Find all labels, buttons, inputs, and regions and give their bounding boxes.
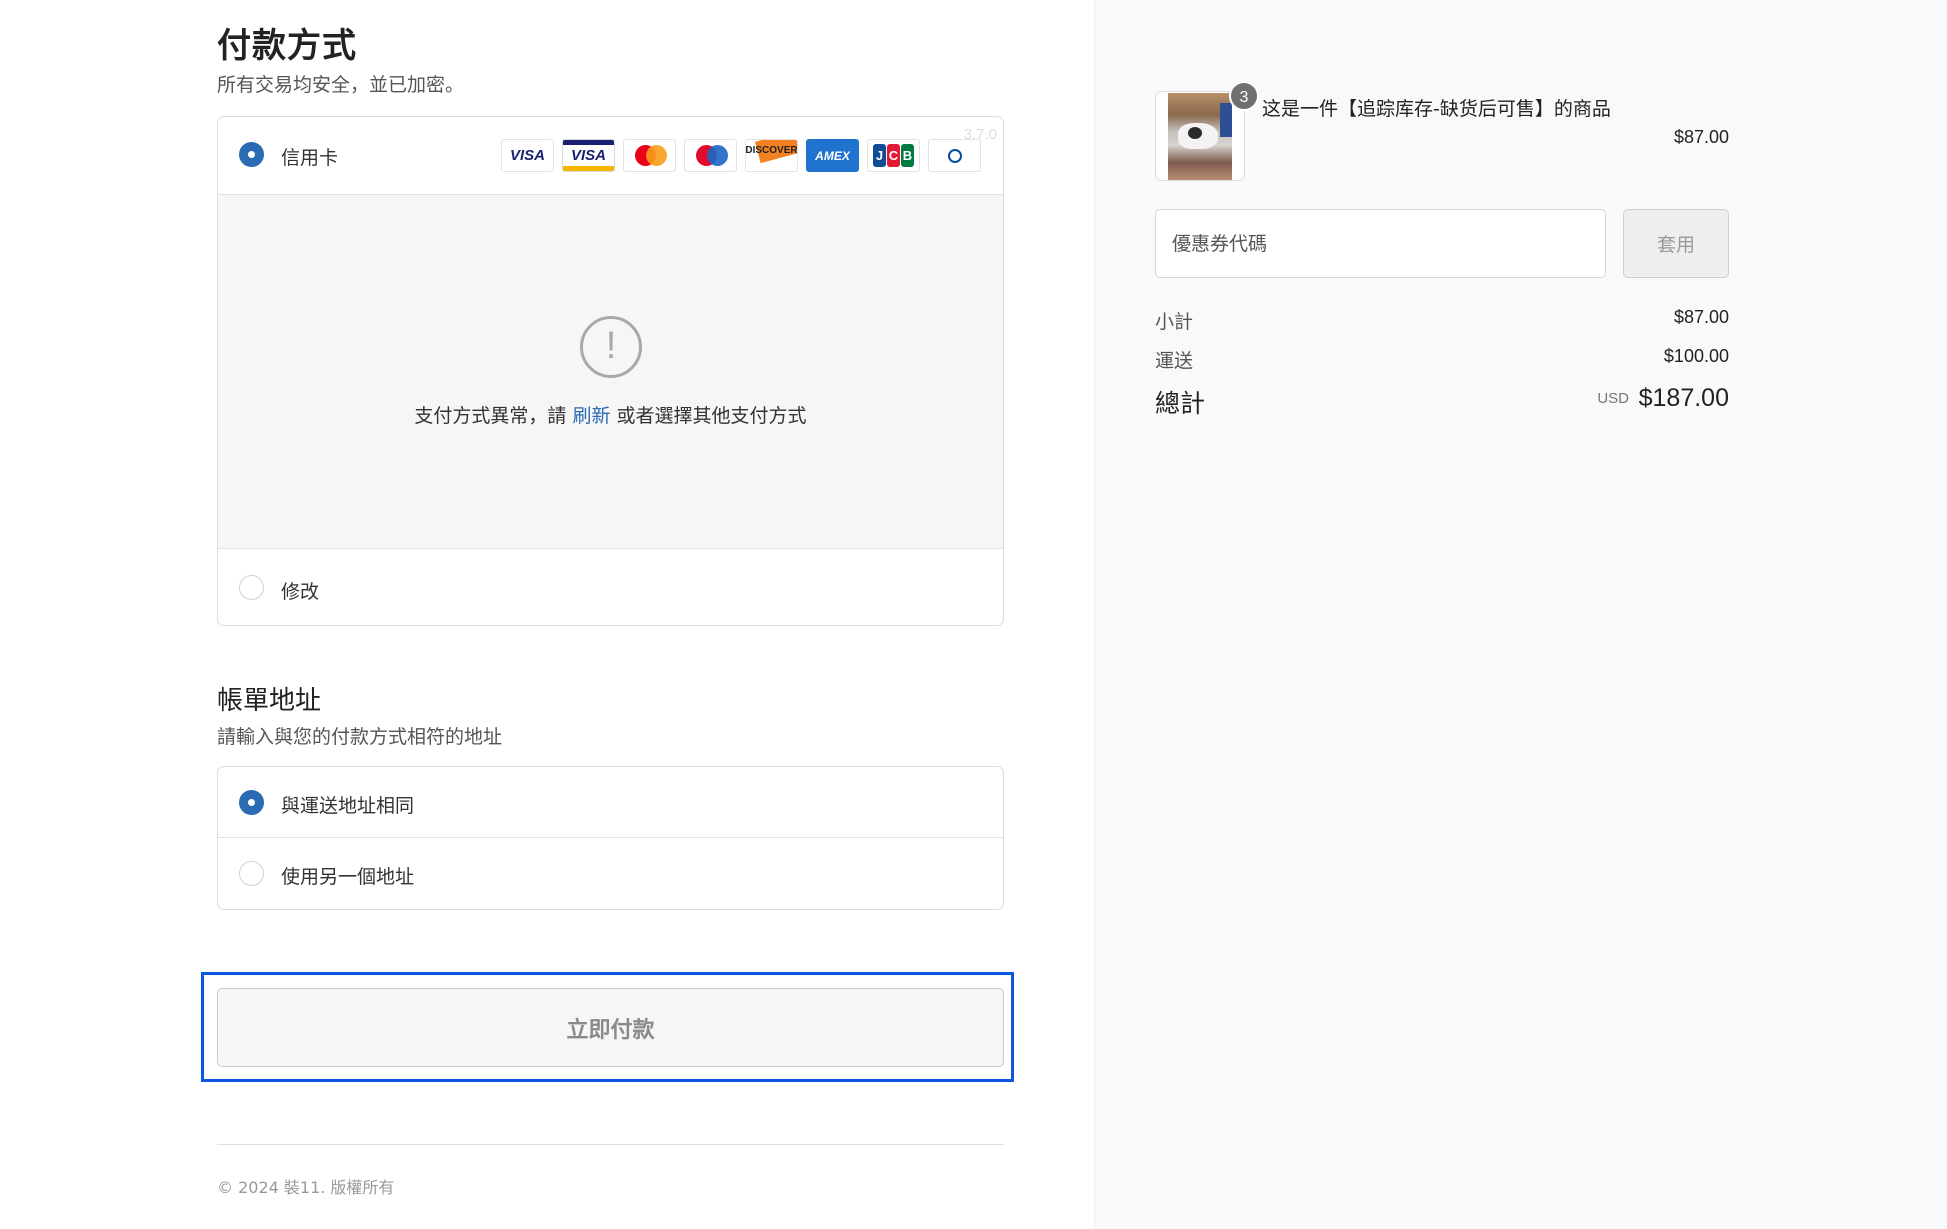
subtotal-label: 小計 bbox=[1155, 311, 1194, 333]
subtotal-row: 小計 $87.00 bbox=[1155, 307, 1729, 335]
different-address-label: 使用另一個地址 bbox=[281, 866, 415, 888]
apply-coupon-button[interactable]: 套用 bbox=[1623, 209, 1729, 278]
amex-card-icon: AMEX bbox=[806, 139, 859, 172]
payment-option-credit-card[interactable]: 信用卡 3.7.0 VISA VISA DISCOVER AMEX JCB bbox=[218, 117, 1003, 195]
product-thumbnail: 3 bbox=[1155, 81, 1259, 181]
billing-title: 帳單地址 bbox=[217, 686, 322, 716]
coupon-input[interactable] bbox=[1155, 209, 1606, 278]
subtotal-value: $87.00 bbox=[1673, 307, 1729, 327]
mastercard-icon bbox=[623, 139, 676, 172]
product-price: $87.00 bbox=[1673, 127, 1729, 147]
modify-radio[interactable] bbox=[239, 575, 264, 600]
total-value: $187.00 bbox=[1638, 384, 1729, 412]
payment-error-message: 支付方式異常，請 刷新 或者選擇其他支付方式 bbox=[218, 401, 1003, 428]
exclamation-icon: ! bbox=[580, 316, 642, 378]
credit-card-radio[interactable] bbox=[239, 142, 264, 167]
payment-subtitle: 所有交易均安全，並已加密。 bbox=[217, 74, 465, 96]
different-address-radio[interactable] bbox=[239, 861, 264, 886]
billing-subtitle: 請輸入與您的付款方式相符的地址 bbox=[217, 726, 503, 748]
refresh-link[interactable]: 刷新 bbox=[572, 405, 610, 427]
page-title: 付款方式 bbox=[217, 26, 357, 66]
shipping-value: $100.00 bbox=[1663, 346, 1729, 366]
footer-divider bbox=[217, 1144, 1004, 1145]
quantity-badge: 3 bbox=[1229, 81, 1259, 111]
error-prefix: 支付方式異常，請 bbox=[414, 405, 567, 427]
product-name: 这是一件【追踪库存-缺货后可售】的商品 bbox=[1262, 98, 1611, 120]
error-suffix: 或者選擇其他支付方式 bbox=[616, 405, 807, 427]
maestro-card-icon bbox=[684, 139, 737, 172]
pay-now-button[interactable]: 立即付款 bbox=[217, 988, 1004, 1067]
billing-address-box: 與運送地址相同 使用另一個地址 bbox=[217, 766, 1004, 910]
total-label: 總計 bbox=[1155, 389, 1206, 418]
checkout-main: 付款方式 所有交易均安全，並已加密。 信用卡 3.7.0 VISA VISA D… bbox=[0, 0, 1094, 1229]
shipping-row: 運送 $100.00 bbox=[1155, 346, 1729, 374]
product-image bbox=[1168, 93, 1232, 180]
diners-club-card-icon bbox=[928, 139, 981, 172]
discover-card-icon: DISCOVER bbox=[745, 139, 798, 172]
order-summary-panel bbox=[1094, 0, 1947, 1229]
card-brands: VISA VISA DISCOVER AMEX JCB bbox=[501, 139, 981, 172]
same-address-label: 與運送地址相同 bbox=[281, 795, 415, 817]
same-address-radio[interactable] bbox=[239, 790, 264, 815]
shipping-label: 運送 bbox=[1155, 350, 1194, 372]
total-row: 總計 USD $187.00 bbox=[1155, 384, 1729, 420]
payment-error-panel: ! 支付方式異常，請 刷新 或者選擇其他支付方式 bbox=[218, 195, 1003, 549]
footer-copyright: © 2024 裝11. 版權所有 bbox=[217, 1178, 395, 1197]
billing-option-different[interactable]: 使用另一個地址 bbox=[218, 838, 1003, 909]
visa-electron-card-icon: VISA bbox=[562, 139, 615, 172]
total-currency: USD bbox=[1597, 390, 1629, 407]
modify-label: 修改 bbox=[281, 581, 320, 603]
credit-card-label: 信用卡 bbox=[281, 147, 339, 169]
billing-option-same[interactable]: 與運送地址相同 bbox=[218, 767, 1003, 838]
jcb-card-icon: JCB bbox=[867, 139, 920, 172]
payment-option-modify[interactable]: 修改 bbox=[218, 549, 1003, 625]
payment-methods-box: 信用卡 3.7.0 VISA VISA DISCOVER AMEX JCB ! … bbox=[217, 116, 1004, 626]
visa-card-icon: VISA bbox=[501, 139, 554, 172]
